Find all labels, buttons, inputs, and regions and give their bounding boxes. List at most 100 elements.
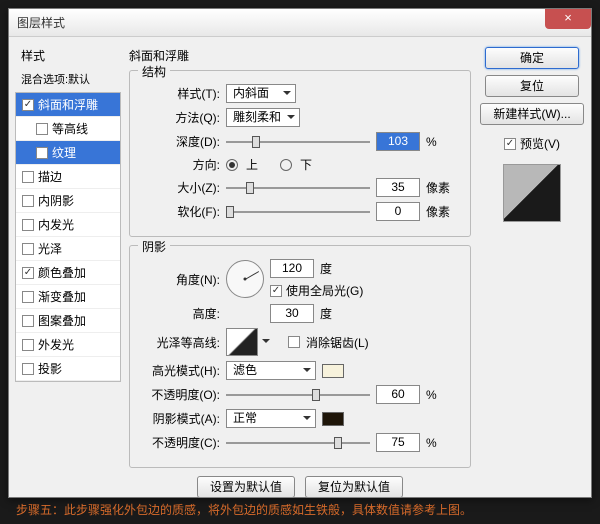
preview-checkbox[interactable] (504, 138, 516, 150)
style-item-label: 颜色叠加 (38, 264, 86, 281)
direction-up-label: 上 (246, 156, 258, 173)
depth-slider[interactable] (226, 133, 370, 151)
method-label: 方法(Q): (140, 109, 220, 126)
cancel-button[interactable]: 复位 (485, 75, 579, 97)
shadow-mode-select[interactable]: 正常 (226, 409, 316, 428)
style-item-checkbox[interactable] (22, 291, 34, 303)
soften-label: 软化(F): (140, 203, 220, 220)
antialias-checkbox[interactable] (288, 336, 300, 348)
style-item-label: 光泽 (38, 240, 62, 257)
antialias-label: 消除锯齿(L) (306, 334, 369, 351)
shadow-legend: 阴影 (138, 238, 170, 255)
style-list: 斜面和浮雕等高线纹理描边内阴影内发光光泽颜色叠加渐变叠加图案叠加外发光投影 (15, 92, 121, 382)
opacity2-label: 不透明度(C): (140, 434, 220, 451)
style-item-2[interactable]: 纹理 (16, 141, 120, 165)
style-item-label: 纹理 (52, 144, 76, 161)
style-item-1[interactable]: 等高线 (16, 117, 120, 141)
structure-legend: 结构 (138, 63, 170, 80)
close-button[interactable]: × (545, 9, 591, 29)
altitude-input[interactable]: 30 (270, 304, 314, 323)
size-label: 大小(Z): (140, 179, 220, 196)
style-item-checkbox[interactable] (22, 219, 34, 231)
settings-panel: 斜面和浮雕 结构 样式(T): 内斜面 方法(Q): 雕刻柔和 深度(D): 1… (121, 43, 479, 493)
reset-default-button[interactable]: 复位为默认值 (305, 476, 403, 498)
style-label: 样式(T): (140, 85, 220, 102)
highlight-mode-label: 高光模式(H): (140, 362, 220, 379)
shadow-mode-label: 阴影模式(A): (140, 410, 220, 427)
angle-control[interactable] (226, 260, 264, 298)
style-item-checkbox[interactable] (22, 363, 34, 375)
depth-unit: % (426, 135, 460, 149)
layer-style-dialog: 图层样式 × 样式 混合选项:默认 斜面和浮雕等高线纹理描边内阴影内发光光泽颜色… (8, 8, 592, 498)
style-item-checkbox[interactable] (22, 339, 34, 351)
opacity1-slider[interactable] (226, 386, 370, 404)
style-item-8[interactable]: 渐变叠加 (16, 285, 120, 309)
style-item-label: 斜面和浮雕 (38, 96, 98, 113)
opacity1-input[interactable]: 60 (376, 385, 420, 404)
window-title: 图层样式 (17, 14, 65, 31)
soften-input[interactable]: 0 (376, 202, 420, 221)
size-slider[interactable] (226, 179, 370, 197)
global-light-checkbox[interactable] (270, 285, 282, 297)
make-default-button[interactable]: 设置为默认值 (197, 476, 295, 498)
style-item-checkbox[interactable] (36, 147, 48, 159)
altitude-label: 高度: (140, 305, 220, 322)
style-item-label: 内发光 (38, 216, 74, 233)
style-item-9[interactable]: 图案叠加 (16, 309, 120, 333)
ok-button[interactable]: 确定 (485, 47, 579, 69)
style-item-7[interactable]: 颜色叠加 (16, 261, 120, 285)
right-panel: 确定 复位 新建样式(W)... 预览(V) (479, 43, 585, 493)
style-item-checkbox[interactable] (22, 195, 34, 207)
style-item-checkbox[interactable] (36, 123, 48, 135)
opacity2-unit: % (426, 436, 460, 450)
style-item-10[interactable]: 外发光 (16, 333, 120, 357)
new-style-button[interactable]: 新建样式(W)... (480, 103, 583, 125)
style-item-label: 外发光 (38, 336, 74, 353)
global-light-label: 使用全局光(G) (286, 282, 363, 299)
opacity1-label: 不透明度(O): (140, 386, 220, 403)
style-item-checkbox[interactable] (22, 171, 34, 183)
angle-unit: 度 (320, 260, 332, 277)
blend-options[interactable]: 混合选项:默认 (15, 68, 121, 90)
style-item-checkbox[interactable] (22, 99, 34, 111)
direction-label: 方向: (140, 156, 220, 173)
style-item-5[interactable]: 内发光 (16, 213, 120, 237)
section-title: 斜面和浮雕 (129, 43, 471, 66)
highlight-color-swatch[interactable] (322, 364, 344, 378)
titlebar[interactable]: 图层样式 × (9, 9, 591, 37)
depth-label: 深度(D): (140, 133, 220, 150)
style-item-checkbox[interactable] (22, 243, 34, 255)
style-item-11[interactable]: 投影 (16, 357, 120, 381)
style-item-label: 内阴影 (38, 192, 74, 209)
style-item-4[interactable]: 内阴影 (16, 189, 120, 213)
direction-down-label: 下 (300, 156, 312, 173)
style-item-6[interactable]: 光泽 (16, 237, 120, 261)
sidebar-heading: 样式 (15, 43, 121, 68)
size-input[interactable]: 35 (376, 178, 420, 197)
style-item-0[interactable]: 斜面和浮雕 (16, 93, 120, 117)
style-item-label: 图案叠加 (38, 312, 86, 329)
highlight-mode-select[interactable]: 滤色 (226, 361, 316, 380)
style-item-checkbox[interactable] (22, 267, 34, 279)
style-item-label: 投影 (38, 360, 62, 377)
style-select[interactable]: 内斜面 (226, 84, 296, 103)
direction-up-radio[interactable] (226, 159, 238, 171)
caption-text: 步骤五：此步骤强化外包边的质感，将外包边的质感如生铁般，具体数值请参考上图。 (8, 497, 592, 522)
direction-down-radio[interactable] (280, 159, 292, 171)
style-item-3[interactable]: 描边 (16, 165, 120, 189)
opacity2-input[interactable]: 75 (376, 433, 420, 452)
opacity2-slider[interactable] (226, 434, 370, 452)
style-item-label: 描边 (38, 168, 62, 185)
method-select[interactable]: 雕刻柔和 (226, 108, 300, 127)
preview-swatch (503, 164, 561, 222)
contour-label: 光泽等高线: (140, 334, 220, 351)
shadow-fieldset: 阴影 角度(N): 120 度 使用全局光(G) (129, 245, 471, 468)
contour-picker[interactable] (226, 328, 258, 356)
shadow-color-swatch[interactable] (322, 412, 344, 426)
soften-slider[interactable] (226, 203, 370, 221)
angle-input[interactable]: 120 (270, 259, 314, 278)
depth-input[interactable]: 103 (376, 132, 420, 151)
style-item-label: 渐变叠加 (38, 288, 86, 305)
altitude-unit: 度 (320, 305, 332, 322)
style-item-checkbox[interactable] (22, 315, 34, 327)
